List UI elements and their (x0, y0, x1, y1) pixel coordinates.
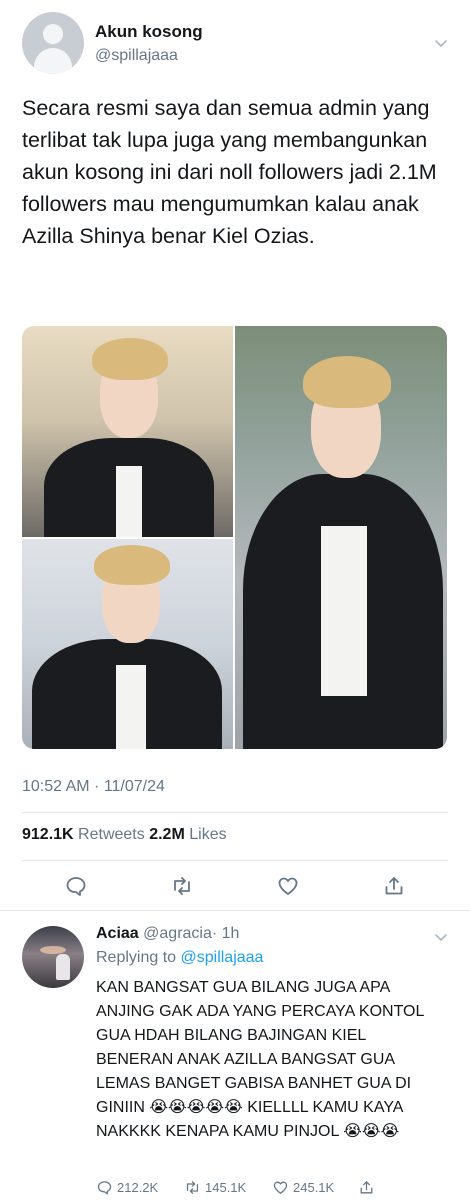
divider (22, 860, 448, 861)
reply-tweet[interactable]: Aciaa @agracia· 1h Replying to @spillaja… (0, 920, 470, 1200)
chevron-down-icon[interactable] (434, 930, 448, 944)
reply-icon[interactable] (64, 874, 88, 898)
avatar[interactable] (22, 12, 84, 74)
display-name[interactable]: Akun kosong (95, 22, 203, 42)
reply-handle[interactable]: @agracia (143, 925, 212, 942)
like-icon[interactable] (276, 874, 300, 898)
reply-header: Aciaa @agracia· 1h (96, 925, 239, 943)
reply-text: KAN BANGSAT GUA BILANG JUGA APA ANJING G… (96, 979, 424, 1140)
replying-to: Replying to @spillajaaa (96, 949, 263, 967)
likes-label[interactable]: Likes (189, 826, 226, 843)
mention-link[interactable]: @spillajaaa (181, 949, 264, 966)
likes-count[interactable]: 2.2M (149, 826, 185, 843)
replying-label: Replying to (96, 949, 177, 966)
share-icon (360, 1180, 373, 1193)
photo-1[interactable] (22, 326, 233, 537)
like-count: 245.1K (293, 1179, 335, 1195)
reply-action-bar: 212.2K 145.1K 245.1K (96, 1176, 456, 1198)
reply-time: · 1h (211, 925, 240, 942)
photo-3[interactable] (235, 326, 447, 749)
retweets-label[interactable]: Retweets (78, 826, 145, 843)
tweet-timestamp[interactable]: 10:52 AM · 11/07/24 (22, 778, 165, 796)
retweet-count: 145.1K (205, 1179, 247, 1195)
reply-retweet-button[interactable]: 145.1K (184, 1176, 246, 1198)
reply-share-button[interactable] (358, 1176, 379, 1198)
reply-count: 212.2K (117, 1179, 159, 1195)
retweet-icon (186, 1180, 199, 1194)
tweet-action-bar (22, 868, 448, 904)
share-icon[interactable] (382, 874, 406, 898)
reply-avatar[interactable] (22, 926, 84, 988)
retweets-count[interactable]: 912.1K (22, 826, 74, 843)
chevron-down-icon[interactable] (434, 36, 448, 50)
tweet-header: Akun kosong @spillajaaa (22, 12, 452, 74)
media-grid[interactable] (22, 326, 447, 749)
reply-like-button[interactable]: 245.1K (272, 1176, 334, 1198)
divider (22, 812, 448, 813)
divider (0, 910, 470, 911)
tweet-text: Secara resmi saya dan semua admin yang t… (22, 96, 437, 248)
retweet-icon[interactable] (170, 874, 194, 898)
reply-display-name[interactable]: Aciaa (96, 925, 139, 942)
user-handle[interactable]: @spillajaaa (95, 47, 178, 65)
photo-2[interactable] (22, 539, 233, 749)
tweet-stats: 912.1K Retweets 2.2M Likes (22, 826, 227, 844)
like-icon (273, 1181, 288, 1194)
reply-icon (97, 1180, 112, 1195)
reply-reply-button[interactable]: 212.2K (96, 1176, 158, 1198)
